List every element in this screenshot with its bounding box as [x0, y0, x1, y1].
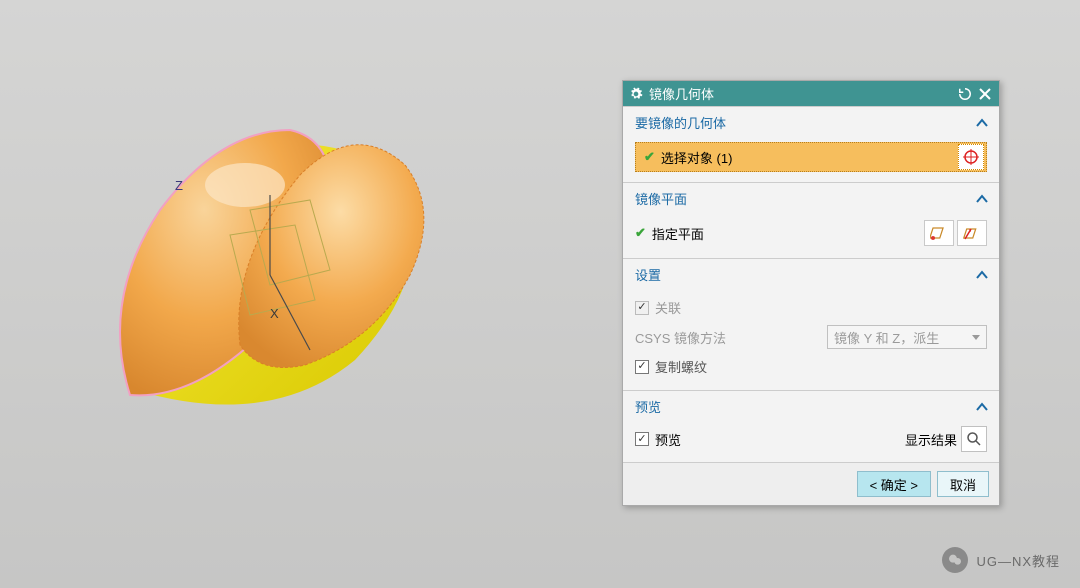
csys-method-label: CSYS 镜像方法	[635, 328, 827, 347]
chevron-up-icon	[975, 192, 989, 206]
group-preview: 预览 预览 显示结果	[623, 390, 999, 462]
wechat-icon	[942, 547, 968, 573]
check-icon: ✔	[635, 225, 646, 241]
copy-threads-label: 复制螺纹	[655, 357, 707, 376]
group-title-preview: 预览	[635, 397, 661, 416]
caret-down-icon	[972, 335, 980, 340]
group-header-settings[interactable]: 设置	[623, 259, 999, 290]
ok-button[interactable]: < 确定 >	[857, 471, 931, 497]
preview-label: 预览	[655, 430, 681, 449]
group-geometry: 要镜像的几何体 ✔ 选择对象 (1)	[623, 106, 999, 182]
select-object-label: 选择对象 (1)	[661, 148, 733, 167]
axis-x-label: X	[270, 306, 279, 321]
select-object-row[interactable]: ✔ 选择对象 (1)	[635, 142, 987, 172]
dialog-title: 镜像几何体	[649, 84, 714, 103]
dialog-titlebar[interactable]: 镜像几何体	[623, 81, 999, 106]
ok-label: < 确定 >	[870, 475, 918, 494]
watermark: UG—NX教程	[942, 547, 1060, 573]
group-title-geometry: 要镜像的几何体	[635, 113, 726, 132]
csys-method-value: 镜像 Y 和 Z，派生	[834, 328, 939, 347]
group-settings: 设置 关联 CSYS 镜像方法 镜像 Y 和 Z，派生 复制螺纹	[623, 258, 999, 390]
watermark-text: UG—NX教程	[976, 551, 1060, 570]
model-geometry[interactable]: Z X	[80, 90, 430, 430]
copy-threads-row[interactable]: 复制螺纹	[635, 353, 987, 380]
specify-plane-label: 指定平面	[652, 224, 704, 243]
csys-method-combo: 镜像 Y 和 Z，派生	[827, 325, 987, 349]
chevron-up-icon	[975, 116, 989, 130]
check-icon: ✔	[644, 149, 655, 165]
group-plane: 镜像平面 ✔ 指定平面	[623, 182, 999, 258]
group-header-preview[interactable]: 预览	[623, 391, 999, 422]
associative-checkbox	[635, 301, 649, 315]
group-header-plane[interactable]: 镜像平面	[623, 183, 999, 214]
associative-label: 关联	[655, 298, 681, 317]
select-target-button[interactable]	[958, 144, 984, 170]
mirror-geometry-dialog: 镜像几何体 要镜像的几何体 ✔ 选择对象 (1) 镜像平面	[622, 80, 1000, 506]
chevron-up-icon	[975, 400, 989, 414]
cancel-label: 取消	[950, 475, 976, 494]
group-header-geometry[interactable]: 要镜像的几何体	[623, 107, 999, 138]
copy-threads-checkbox[interactable]	[635, 360, 649, 374]
specify-plane-row: ✔ 指定平面	[635, 218, 987, 248]
cancel-button[interactable]: 取消	[937, 471, 989, 497]
csys-method-row: CSYS 镜像方法 镜像 Y 和 Z，派生	[635, 321, 987, 353]
gear-icon	[629, 87, 643, 101]
show-result-label: 显示结果	[905, 430, 957, 449]
chevron-up-icon	[975, 268, 989, 282]
axis-z-label: Z	[175, 178, 183, 193]
close-button[interactable]	[975, 84, 995, 104]
plane-dialog-button[interactable]	[924, 220, 954, 246]
group-title-plane: 镜像平面	[635, 189, 687, 208]
dialog-footer: < 确定 > 取消	[623, 462, 999, 505]
preview-row: 预览 显示结果	[635, 426, 987, 452]
show-result-button[interactable]	[961, 426, 987, 452]
group-title-settings: 设置	[635, 265, 661, 284]
preview-checkbox[interactable]	[635, 432, 649, 446]
reset-button[interactable]	[955, 84, 975, 104]
plane-vector-button[interactable]	[957, 220, 987, 246]
associative-row: 关联	[635, 294, 987, 321]
